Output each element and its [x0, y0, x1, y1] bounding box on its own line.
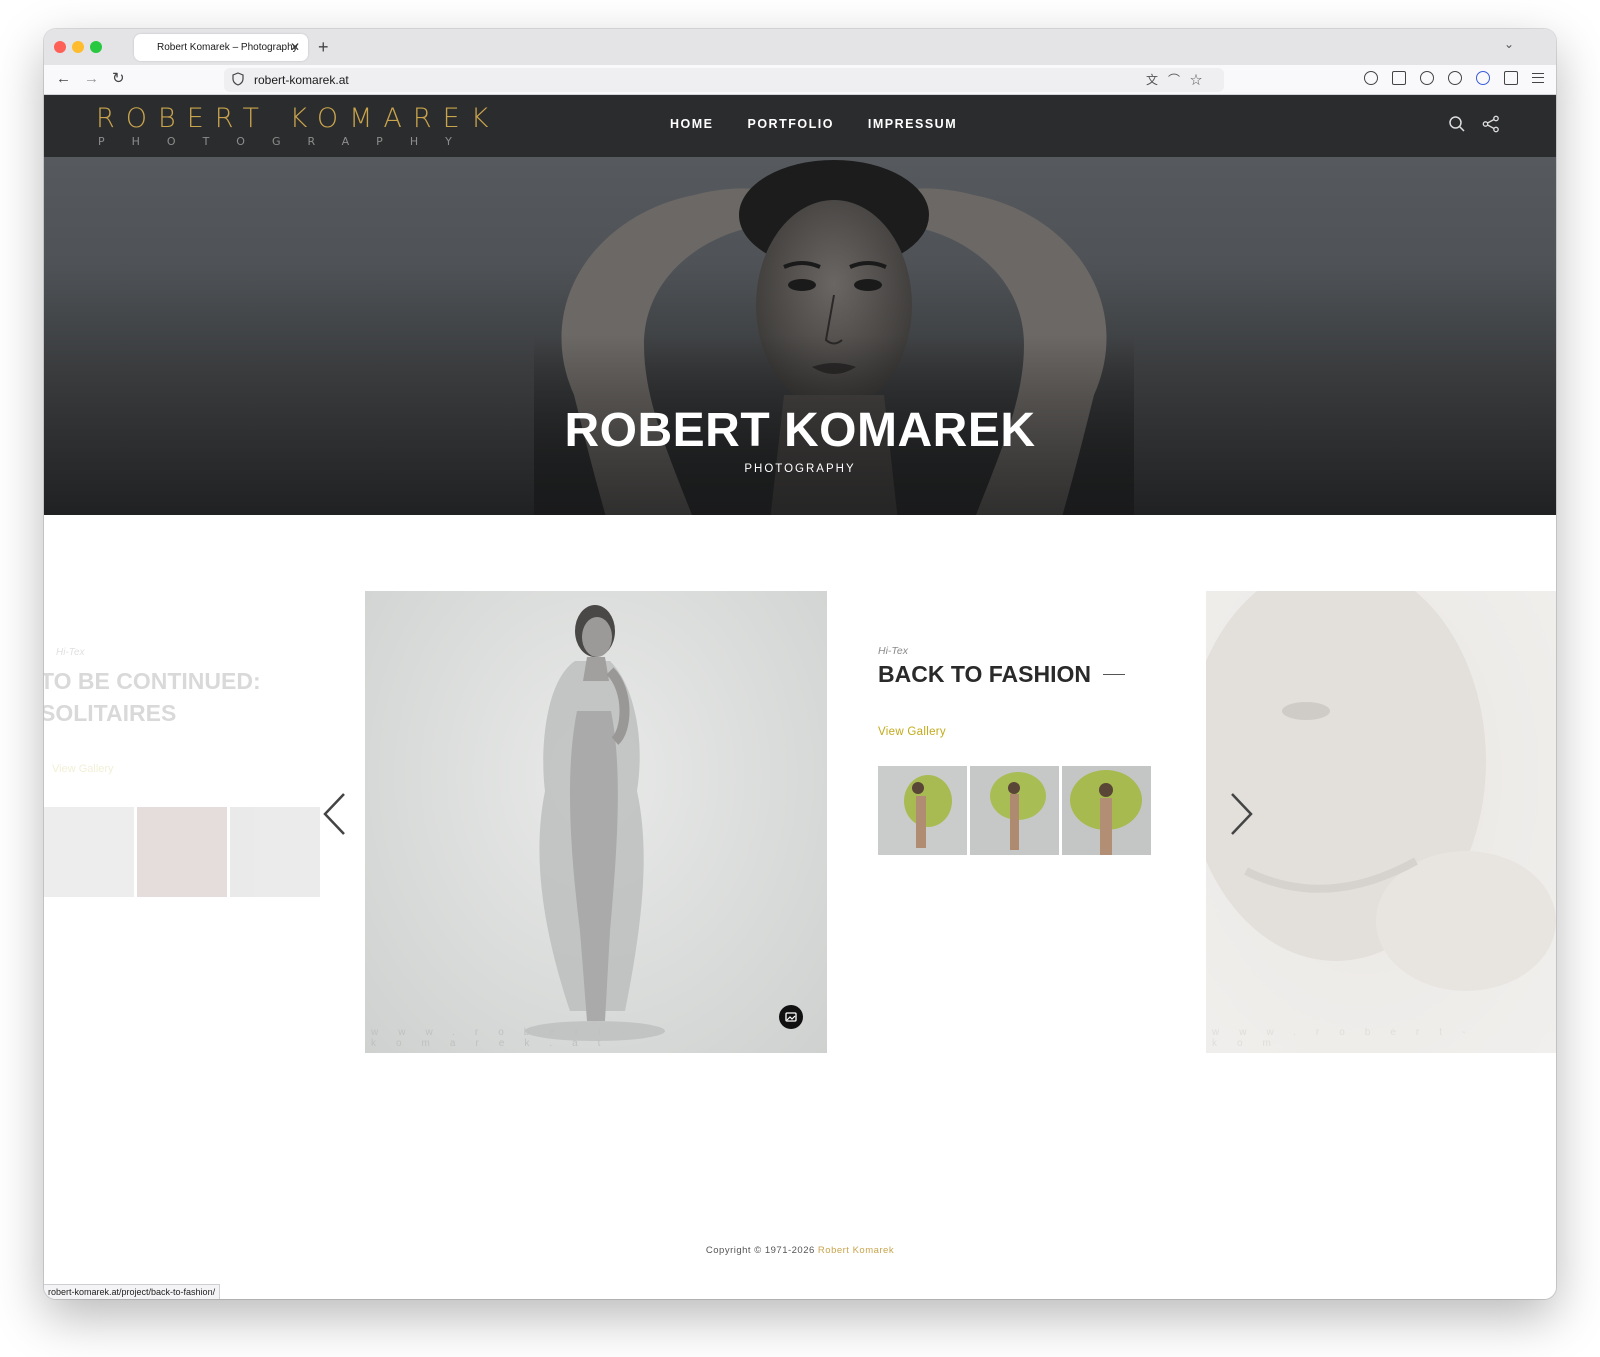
headphones-icon[interactable] [1364, 71, 1378, 85]
carousel-prev-arrow-icon[interactable] [320, 791, 350, 837]
extensions-area [1364, 71, 1544, 85]
logo-tagline: PHOTOGRAPHY [98, 135, 479, 148]
forward-button[interactable]: → [84, 69, 99, 89]
password-manager-icon[interactable] [1476, 71, 1490, 85]
next-slide-image [1206, 591, 1556, 991]
extensions-puzzle-icon[interactable] [1504, 71, 1518, 85]
logo-wordmark[interactable]: ROBERT KOMAREK [96, 103, 499, 134]
tab-active[interactable]: Robert Komarek – Photography ✕ [134, 34, 308, 61]
hero-portrait-image [534, 160, 1134, 515]
shield-icon [232, 72, 244, 86]
view-gallery-link[interactable]: View Gallery [52, 763, 114, 775]
slide-info: Hi-Tex BACK TO FASHION View Gallery [878, 645, 1178, 855]
carousel-slide-previous[interactable]: Hi-Tex TO BE CONTINUED: SOLITAIRES View … [44, 591, 320, 901]
tab-bar: Robert Komarek – Photography ✕ + ⌄ [44, 29, 1556, 65]
hero-banner: ROBERT KOMAREK PHOTOGRAPHY [44, 95, 1556, 515]
slide-thumbnails [44, 807, 320, 897]
back-button[interactable]: ← [56, 69, 71, 89]
slide-category: Hi-Tex [56, 647, 85, 658]
wrench-icon[interactable] [1392, 71, 1406, 85]
slide-category: Hi-Tex [878, 645, 908, 657]
copyright-text: Copyright © 1971-2026 [705, 1245, 815, 1256]
carousel-slide-next[interactable]: www.robert-kom [1206, 591, 1556, 1053]
thumbnail-image[interactable] [878, 766, 967, 855]
minimize-window-button[interactable] [72, 41, 84, 53]
wordpress-icon[interactable] [1448, 71, 1462, 85]
site-header: ROBERT KOMAREK PHOTOGRAPHY HOME PORTFOLI… [44, 95, 1556, 157]
address-bar-actions: 文⌒☆ [1146, 68, 1212, 92]
featured-figure-image [525, 605, 665, 1041]
hero-subtitle: PHOTOGRAPHY [744, 463, 856, 475]
translate-icon[interactable]: 文 [1146, 73, 1168, 87]
slide-title: TO BE CONTINUED: SOLITAIRES [44, 668, 261, 726]
url-text: robert-komarek.at [254, 73, 349, 87]
menu-icon[interactable] [1532, 73, 1544, 83]
web-page: ROBERT KOMAREK PHOTOGRAPHY ROBERT KOMARE… [44, 95, 1556, 1299]
browser-toolbar: ← → ↻ robert-komarek.at 文⌒☆ [44, 65, 1556, 95]
title-dash-divider [1102, 674, 1125, 675]
account-icon[interactable] [1420, 71, 1434, 85]
featured-photo[interactable]: www.robert-komarek.at [365, 591, 827, 1053]
slide-thumbnails [878, 766, 1178, 855]
nav-impressum[interactable]: IMPRESSUM [868, 117, 957, 131]
nav-home[interactable]: HOME [670, 117, 714, 131]
browser-window: Robert Komarek – Photography ✕ + ⌄ ← → ↻… [44, 29, 1556, 1299]
reload-button[interactable]: ↻ [112, 69, 125, 89]
nav-portfolio[interactable]: PORTFOLIO [748, 117, 834, 131]
slide-title: BACK TO FASHION [878, 661, 1178, 688]
thumbnail-image[interactable] [44, 807, 134, 897]
zoom-window-button[interactable] [90, 41, 102, 53]
thumbnail-image[interactable] [1062, 766, 1151, 855]
thumbnail-image[interactable] [137, 807, 227, 897]
tab-close-icon[interactable]: ✕ [290, 34, 300, 61]
carousel-next-arrow-icon[interactable] [1226, 791, 1256, 837]
footer-owner-link[interactable]: Robert Komarek [818, 1245, 894, 1256]
thumbnail-image[interactable] [230, 807, 320, 897]
tab-list-chevron-icon[interactable]: ⌄ [1504, 37, 1514, 51]
share-icon[interactable] [1482, 115, 1500, 133]
reader-icon[interactable]: ⌒ [1168, 73, 1190, 87]
photo-watermark: www.robert-kom [1212, 1027, 1486, 1049]
slide-title-text: BACK TO FASHION [878, 661, 1091, 687]
status-bar-url: robert-komarek.at/project/back-to-fashio… [44, 1284, 221, 1299]
search-icon[interactable] [1448, 115, 1466, 133]
header-actions [1448, 115, 1500, 133]
address-bar[interactable]: robert-komarek.at 文⌒☆ [224, 68, 1224, 92]
site-footer: Copyright © 1971-2026 Robert Komarek [44, 1245, 1556, 1256]
gallery-image-icon[interactable] [779, 1005, 803, 1029]
view-gallery-link[interactable]: View Gallery [878, 726, 1178, 738]
close-window-button[interactable] [54, 41, 66, 53]
new-tab-button[interactable]: + [318, 35, 329, 59]
bookmark-star-icon[interactable]: ☆ [1190, 73, 1212, 87]
main-navigation: HOME PORTFOLIO IMPRESSUM [670, 117, 957, 131]
photo-watermark: www.robert-komarek.at [371, 1027, 645, 1049]
tab-title: Robert Komarek – Photography [157, 42, 298, 53]
thumbnail-image[interactable] [970, 766, 1059, 855]
hero-title: ROBERT KOMAREK [564, 404, 1036, 457]
